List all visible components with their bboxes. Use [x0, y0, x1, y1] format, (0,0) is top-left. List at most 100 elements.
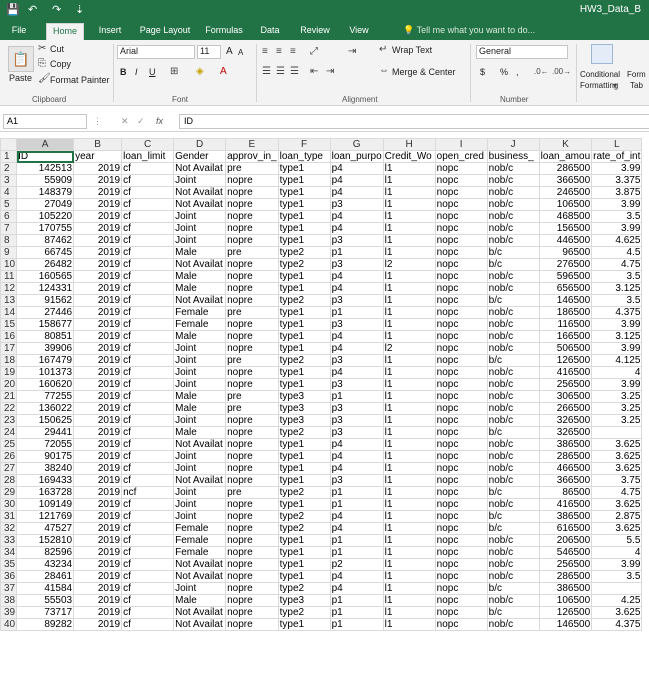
- cell[interactable]: cf: [121, 522, 175, 535]
- cell[interactable]: 156500: [538, 222, 593, 235]
- underline-button[interactable]: U: [149, 67, 156, 78]
- cell[interactable]: 121769: [16, 510, 75, 523]
- cell[interactable]: 96500: [538, 246, 593, 259]
- cell[interactable]: p3: [329, 414, 384, 427]
- cell[interactable]: 29441: [16, 426, 75, 439]
- cell[interactable]: 2019: [73, 618, 123, 631]
- cell[interactable]: 106500: [538, 594, 593, 607]
- cell[interactable]: type3: [277, 402, 331, 415]
- cell[interactable]: nopre: [225, 270, 279, 283]
- italic-button[interactable]: I: [135, 67, 138, 78]
- cell[interactable]: nopc: [434, 162, 488, 175]
- cell[interactable]: l1: [382, 474, 436, 487]
- cell[interactable]: b/c: [486, 354, 540, 367]
- cell[interactable]: 43234: [16, 558, 75, 571]
- cell[interactable]: ID: [16, 150, 75, 163]
- cell[interactable]: 166500: [538, 330, 593, 343]
- cell[interactable]: 90175: [16, 450, 75, 463]
- cell[interactable]: nopc: [434, 486, 488, 499]
- cell[interactable]: 2019: [73, 606, 123, 619]
- row-header[interactable]: 3: [0, 174, 18, 187]
- cell[interactable]: Not Availat: [173, 558, 227, 571]
- cell[interactable]: nopc: [434, 294, 488, 307]
- cell[interactable]: nopre: [225, 426, 279, 439]
- cell[interactable]: 2019: [73, 378, 123, 391]
- row-header[interactable]: 16: [0, 330, 18, 343]
- cell[interactable]: 2019: [73, 510, 123, 523]
- cell[interactable]: p4: [329, 222, 384, 235]
- cell[interactable]: Gender: [173, 150, 227, 163]
- cell[interactable]: [591, 582, 643, 595]
- row-header[interactable]: 13: [0, 294, 18, 307]
- cell[interactable]: l1: [382, 354, 436, 367]
- row-header[interactable]: 34: [0, 546, 18, 559]
- cell[interactable]: l1: [382, 522, 436, 535]
- cell[interactable]: nopc: [434, 522, 488, 535]
- cell[interactable]: cf: [121, 306, 175, 319]
- cell[interactable]: cf: [121, 378, 175, 391]
- cell[interactable]: p1: [329, 306, 384, 319]
- bold-button[interactable]: B: [120, 67, 127, 78]
- cell[interactable]: 3.99: [591, 222, 643, 235]
- borders-icon[interactable]: ⊞: [170, 66, 178, 78]
- cell[interactable]: type1: [277, 558, 331, 571]
- cell[interactable]: cf: [121, 390, 175, 403]
- cell[interactable]: nob/c: [486, 318, 540, 331]
- cell[interactable]: 2019: [73, 222, 123, 235]
- cell[interactable]: type2: [277, 510, 331, 523]
- cell[interactable]: cf: [121, 282, 175, 295]
- tab-file[interactable]: File: [2, 23, 36, 40]
- cell[interactable]: l1: [382, 318, 436, 331]
- format-painter-button[interactable]: Format Painter: [50, 75, 110, 86]
- cell[interactable]: 3.25: [591, 402, 643, 415]
- cell[interactable]: type3: [277, 390, 331, 403]
- tab-insert[interactable]: Insert: [92, 23, 128, 40]
- cell[interactable]: open_cred: [434, 150, 488, 163]
- cell[interactable]: nob/c: [486, 450, 540, 463]
- cell[interactable]: Joint: [173, 354, 227, 367]
- cell[interactable]: 3.25: [591, 414, 643, 427]
- cell[interactable]: 4.625: [591, 234, 643, 247]
- cell[interactable]: type1: [277, 222, 331, 235]
- cell[interactable]: 170755: [16, 222, 75, 235]
- cell[interactable]: type2: [277, 354, 331, 367]
- cell[interactable]: nob/c: [486, 186, 540, 199]
- cell[interactable]: [591, 426, 643, 439]
- cell[interactable]: l1: [382, 498, 436, 511]
- row-header[interactable]: 12: [0, 282, 18, 295]
- cell[interactable]: 39906: [16, 342, 75, 355]
- cell[interactable]: 2019: [73, 246, 123, 259]
- cell[interactable]: p3: [329, 258, 384, 271]
- cell[interactable]: loan_type: [277, 150, 331, 163]
- cell[interactable]: nopre: [225, 522, 279, 535]
- cell[interactable]: p4: [329, 186, 384, 199]
- cell[interactable]: b/c: [486, 582, 540, 595]
- cell[interactable]: 116500: [538, 318, 593, 331]
- row-header[interactable]: 22: [0, 402, 18, 415]
- tab-page-layout[interactable]: Page Layout: [136, 23, 194, 40]
- cell[interactable]: nopc: [434, 414, 488, 427]
- cell[interactable]: pre: [225, 402, 279, 415]
- cell[interactable]: 416500: [538, 498, 593, 511]
- cell[interactable]: 546500: [538, 546, 593, 559]
- cell[interactable]: l1: [382, 366, 436, 379]
- cell[interactable]: Male: [173, 390, 227, 403]
- cell[interactable]: nopc: [434, 222, 488, 235]
- cell[interactable]: loan_amou: [538, 150, 593, 163]
- cell[interactable]: 66745: [16, 246, 75, 259]
- cell[interactable]: 468500: [538, 210, 593, 223]
- cell[interactable]: nopre: [225, 582, 279, 595]
- cell[interactable]: Not Availat: [173, 294, 227, 307]
- cell[interactable]: cf: [121, 186, 175, 199]
- column-header[interactable]: E: [225, 138, 279, 151]
- cell[interactable]: p3: [329, 474, 384, 487]
- cell[interactable]: business_: [486, 150, 540, 163]
- cell[interactable]: nopre: [225, 450, 279, 463]
- cell[interactable]: 2.875: [591, 510, 643, 523]
- cell[interactable]: l1: [382, 378, 436, 391]
- align-center-icon[interactable]: ☰: [276, 66, 285, 78]
- cell[interactable]: nopre: [225, 570, 279, 583]
- align-left-icon[interactable]: ☰: [262, 66, 271, 78]
- cell[interactable]: 86500: [538, 486, 593, 499]
- cell[interactable]: 2019: [73, 462, 123, 475]
